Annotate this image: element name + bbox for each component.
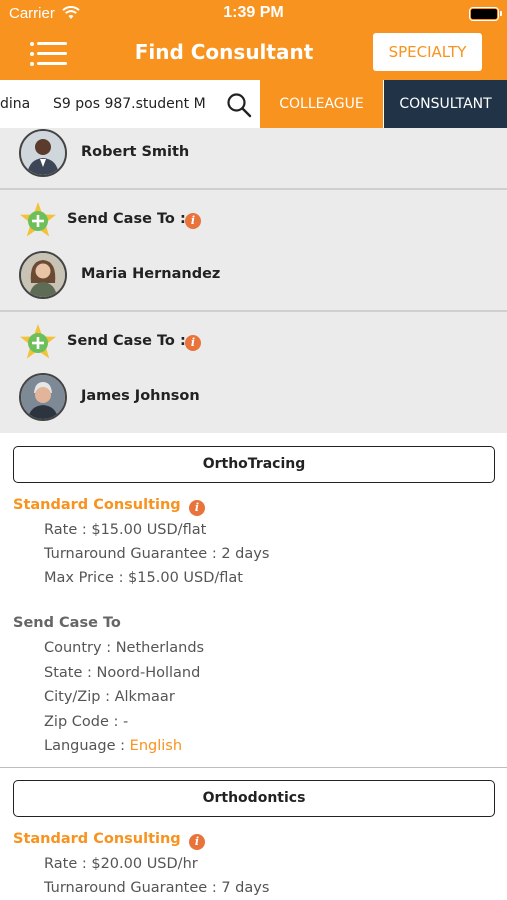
search-icon[interactable]	[226, 92, 252, 118]
divider	[0, 188, 507, 190]
consultant-name[interactable]: Robert Smith	[81, 144, 189, 160]
specialty-button[interactable]: SPECIALTY	[373, 33, 482, 71]
search-text-prefix: dina	[0, 96, 31, 112]
divider	[0, 767, 507, 768]
search-input[interactable]: dina S9 pos 987.student M	[0, 80, 222, 128]
info-icon[interactable]: i	[189, 834, 205, 850]
star-plus-icon[interactable]	[19, 201, 57, 239]
language-row: Language : English	[44, 738, 182, 754]
star-plus-icon[interactable]	[19, 323, 57, 361]
language-label: Language :	[44, 738, 130, 754]
turnaround-text: Turnaround Guarantee : 2 days	[44, 546, 270, 562]
turnaround-text: Turnaround Guarantee : 7 days	[44, 880, 270, 896]
rate-text: Rate : $20.00 USD/hr	[44, 856, 198, 872]
consultant-name[interactable]: James Johnson	[81, 388, 200, 404]
info-icon[interactable]: i	[185, 335, 201, 351]
rate-text: Rate : $15.00 USD/flat	[44, 522, 207, 538]
nav-bar: Find Consultant SPECIALTY	[0, 28, 507, 80]
tab-colleague[interactable]: COLLEAGUE	[260, 80, 383, 128]
send-case-label: Send Case To :	[67, 333, 186, 349]
country-text: Country : Netherlands	[44, 640, 205, 656]
consultant-name[interactable]: Maria Hernandez	[81, 266, 220, 282]
clock: 1:39 PM	[223, 4, 284, 21]
send-case-to-title: Send Case To	[13, 615, 121, 631]
send-case-label: Send Case To :	[67, 211, 186, 227]
consultant-details: OrthoTracing Standard Consulting i Rate …	[0, 433, 507, 900]
specialty-section-orthodontics[interactable]: Orthodontics	[13, 780, 495, 817]
divider	[0, 310, 507, 312]
city-text: City/Zip : Alkmaar	[44, 689, 175, 705]
avatar	[19, 373, 67, 421]
battery-icon	[469, 7, 502, 21]
search-text-value: S9 pos 987.student M	[53, 96, 206, 112]
specialty-section-orthotracing[interactable]: OrthoTracing	[13, 446, 495, 483]
consulting-title: Standard Consulting	[13, 831, 181, 847]
search-bar: dina S9 pos 987.student M COLLEAGUE CONS…	[0, 80, 507, 128]
zip-text: Zip Code : -	[44, 714, 129, 730]
avatar	[19, 129, 67, 177]
consultant-list: Robert Smith Send Case To : i Maria Hern…	[0, 128, 507, 433]
consulting-title: Standard Consulting	[13, 497, 181, 513]
max-price-text: Max Price : $15.00 USD/flat	[44, 570, 243, 586]
info-icon[interactable]: i	[189, 500, 205, 516]
avatar	[19, 251, 67, 299]
status-bar: Carrier 1:39 PM	[0, 0, 507, 28]
language-value: English	[129, 738, 183, 754]
info-icon[interactable]: i	[185, 213, 201, 229]
state-text: State : Noord-Holland	[44, 665, 201, 681]
tab-consultant[interactable]: CONSULTANT	[384, 80, 507, 128]
